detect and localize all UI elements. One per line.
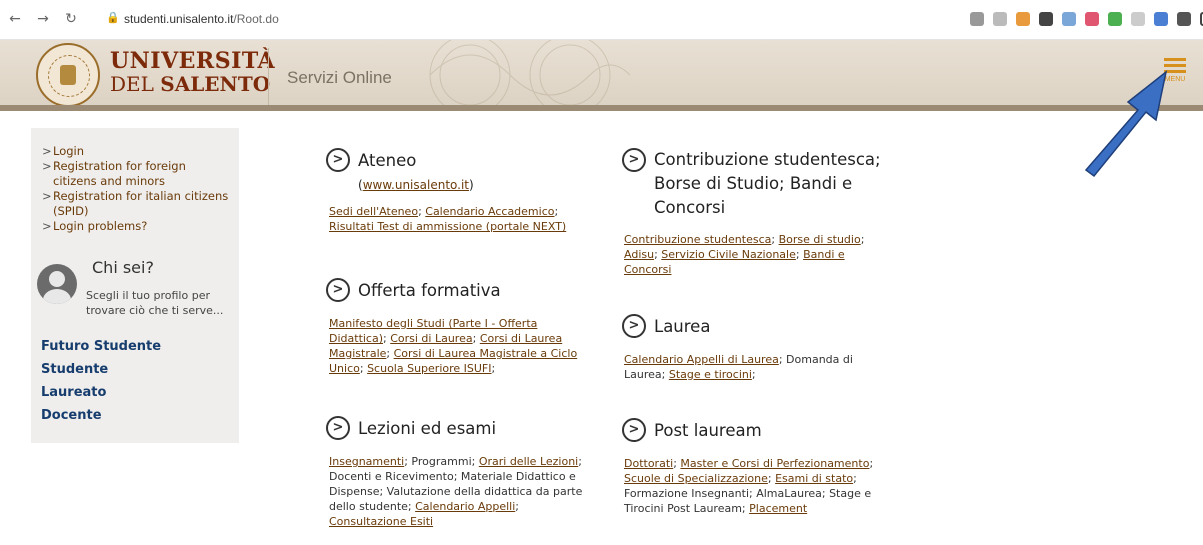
section-header[interactable]: > Ateneo [326, 148, 591, 174]
esami-stato-link[interactable]: Esami di stato [775, 472, 853, 485]
orari-lezioni-link[interactable]: Orari delle Lezioni [479, 455, 578, 468]
puzzle-icon[interactable] [1177, 12, 1191, 26]
calendario-accademico-link[interactable]: Calendario Accademico [425, 205, 554, 218]
sedi-link[interactable]: Sedi dell'Ateneo [329, 205, 418, 218]
contribuzione-link[interactable]: Contribuzione studentesca [624, 233, 771, 246]
university-name[interactable]: UNIVERSITÀ DEL SALENTO [110, 50, 275, 94]
section-title: Laurea [654, 317, 711, 336]
section-title: Ateneo [358, 151, 417, 170]
insegnamenti-link[interactable]: Insegnamenti [329, 455, 404, 468]
calendario-appelli-link[interactable]: Calendario Appelli [415, 500, 515, 513]
section-body: Calendario Appelli di Laurea; Domanda di… [624, 353, 853, 381]
chevron-right-icon: > [622, 314, 646, 338]
chisei-subtitle: Scegli il tuo profilo per trovare ciò ch… [86, 289, 224, 317]
section-title: Post lauream [654, 421, 762, 440]
adisu-link[interactable]: Adisu [624, 248, 654, 261]
lock-icon: 🔒 [106, 11, 120, 24]
extension-icon[interactable] [1062, 12, 1076, 26]
chevron-right-icon: > [622, 148, 646, 172]
role-list: Futuro Studente Studente Laureato Docent… [41, 335, 161, 427]
role-futuro-studente[interactable]: Futuro Studente [41, 335, 161, 358]
master-link[interactable]: Master e Corsi di Perfezionamento [680, 457, 869, 470]
stage-tirocini-link[interactable]: Stage e tirocini [669, 368, 752, 381]
header-divider [268, 48, 269, 105]
translate-icon[interactable] [1154, 12, 1168, 26]
section-subtitle: (www.unisalento.it) [358, 178, 474, 192]
annotation-arrow-icon [1084, 70, 1168, 178]
rocket-icon[interactable] [1039, 12, 1053, 26]
site-header: UNIVERSITÀ DEL SALENTO Servizi Online ME… [0, 40, 1203, 111]
isufi-link[interactable]: Scuola Superiore ISUFI [367, 362, 491, 375]
university-seal-logo[interactable] [36, 43, 100, 105]
login-links: Login Registration for foreign citizens … [42, 144, 232, 234]
unisalento-link[interactable]: www.unisalento.it [363, 178, 469, 192]
static-text: ; Programmi; [404, 455, 479, 468]
italian-registration-link[interactable]: Registration for italian citizens (SPID) [42, 189, 232, 219]
login-link[interactable]: Login [42, 144, 232, 159]
section-body: Insegnamenti; Programmi; Orari delle Lez… [329, 455, 583, 528]
user-avatar-icon [37, 264, 77, 304]
chevron-right-icon: > [326, 416, 350, 440]
section-ateneo: > Ateneo (www.unisalento.it) Sedi dell'A… [326, 148, 591, 234]
section-header[interactable]: > Post lauream [622, 418, 884, 444]
extension-icons: ⋮ [970, 12, 1203, 28]
service-title: Servizi Online [287, 68, 392, 87]
sidebar: Login Registration for foreign citizens … [31, 128, 239, 443]
document-icon[interactable] [1131, 12, 1145, 26]
section-header[interactable]: > Offerta formativa [326, 278, 596, 304]
section-header[interactable]: > Lezioni ed esami [326, 416, 588, 442]
star-icon[interactable] [993, 12, 1007, 26]
borse-studio-link[interactable]: Borse di studio [779, 233, 861, 246]
section-laurea: > Laurea Calendario Appelli di Laurea; D… [622, 314, 877, 382]
section-lezioni-esami: > Lezioni ed esami Insegnamenti; Program… [326, 416, 588, 529]
section-body: Manifesto degli Studi (Parte I - Offerta… [329, 317, 578, 375]
chisei-title: Chi sei? [92, 258, 154, 277]
foreign-registration-link[interactable]: Registration for foreign citizens and mi… [42, 159, 232, 189]
hamburger-icon [1164, 58, 1186, 61]
share-icon[interactable] [970, 12, 984, 26]
section-header[interactable]: > Contribuzione studentesca; Borse di St… [622, 148, 892, 220]
chevron-right-icon: > [622, 418, 646, 442]
url-text: studenti.unisalento.it/Root.do [124, 12, 279, 26]
shield-icon[interactable] [1108, 12, 1122, 26]
corsi-laurea-link[interactable]: Corsi di Laurea [390, 332, 472, 345]
section-contribuzione: > Contribuzione studentesca; Borse di St… [622, 148, 892, 277]
login-problems-link[interactable]: Login problems? [42, 219, 232, 234]
uni-name-line2: DEL SALENTO [110, 72, 271, 96]
decorative-pattern [429, 40, 630, 105]
extension-icon[interactable] [1016, 12, 1030, 26]
section-title: Lezioni ed esami [358, 419, 497, 438]
static-text: Formazione Insegnanti; AlmaLaurea; Stage… [624, 487, 872, 515]
uni-name-line1: UNIVERSITÀ [110, 48, 276, 74]
section-title: Contribuzione studentesca; Borse di Stud… [654, 150, 881, 217]
section-body: Sedi dell'Ateneo; Calendario Accademico;… [329, 205, 567, 233]
servizio-civile-link[interactable]: Servizio Civile Nazionale [661, 248, 796, 261]
profile-chooser: Chi sei? Scegli il tuo profilo per trova… [37, 258, 237, 318]
chevron-right-icon: > [326, 278, 350, 302]
back-icon[interactable]: ← [6, 10, 24, 28]
forward-icon[interactable]: → [34, 10, 52, 28]
calendario-laurea-link[interactable]: Calendario Appelli di Laurea [624, 353, 779, 366]
risultati-test-link[interactable]: Risultati Test di ammissione (portale NE… [329, 220, 566, 233]
placement-link[interactable]: Placement [749, 502, 807, 515]
pocket-icon[interactable] [1085, 12, 1099, 26]
reload-icon[interactable]: ↻ [62, 10, 80, 28]
section-body: Contribuzione studentesca; Borse di stud… [624, 233, 865, 276]
chevron-right-icon: > [326, 148, 350, 172]
consultazione-esiti-link[interactable]: Consultazione Esiti [329, 515, 433, 528]
scuole-specializzazione-link[interactable]: Scuole di Specializzazione [624, 472, 768, 485]
section-body: Dottorati; Master e Corsi di Perfezionam… [624, 457, 874, 515]
browser-toolbar: ← → ↻ 🔒 studenti.unisalento.it/Root.do ⋮ [0, 0, 1203, 40]
section-post-lauream: > Post lauream Dottorati; Master e Corsi… [622, 418, 884, 516]
role-docente[interactable]: Docente [41, 404, 161, 427]
role-laureato[interactable]: Laureato [41, 381, 161, 404]
section-offerta-formativa: > Offerta formativa Manifesto degli Stud… [326, 278, 596, 376]
role-studente[interactable]: Studente [41, 358, 161, 381]
section-header[interactable]: > Laurea [622, 314, 877, 340]
section-title: Offerta formativa [358, 281, 501, 300]
dottorati-link[interactable]: Dottorati [624, 457, 673, 470]
